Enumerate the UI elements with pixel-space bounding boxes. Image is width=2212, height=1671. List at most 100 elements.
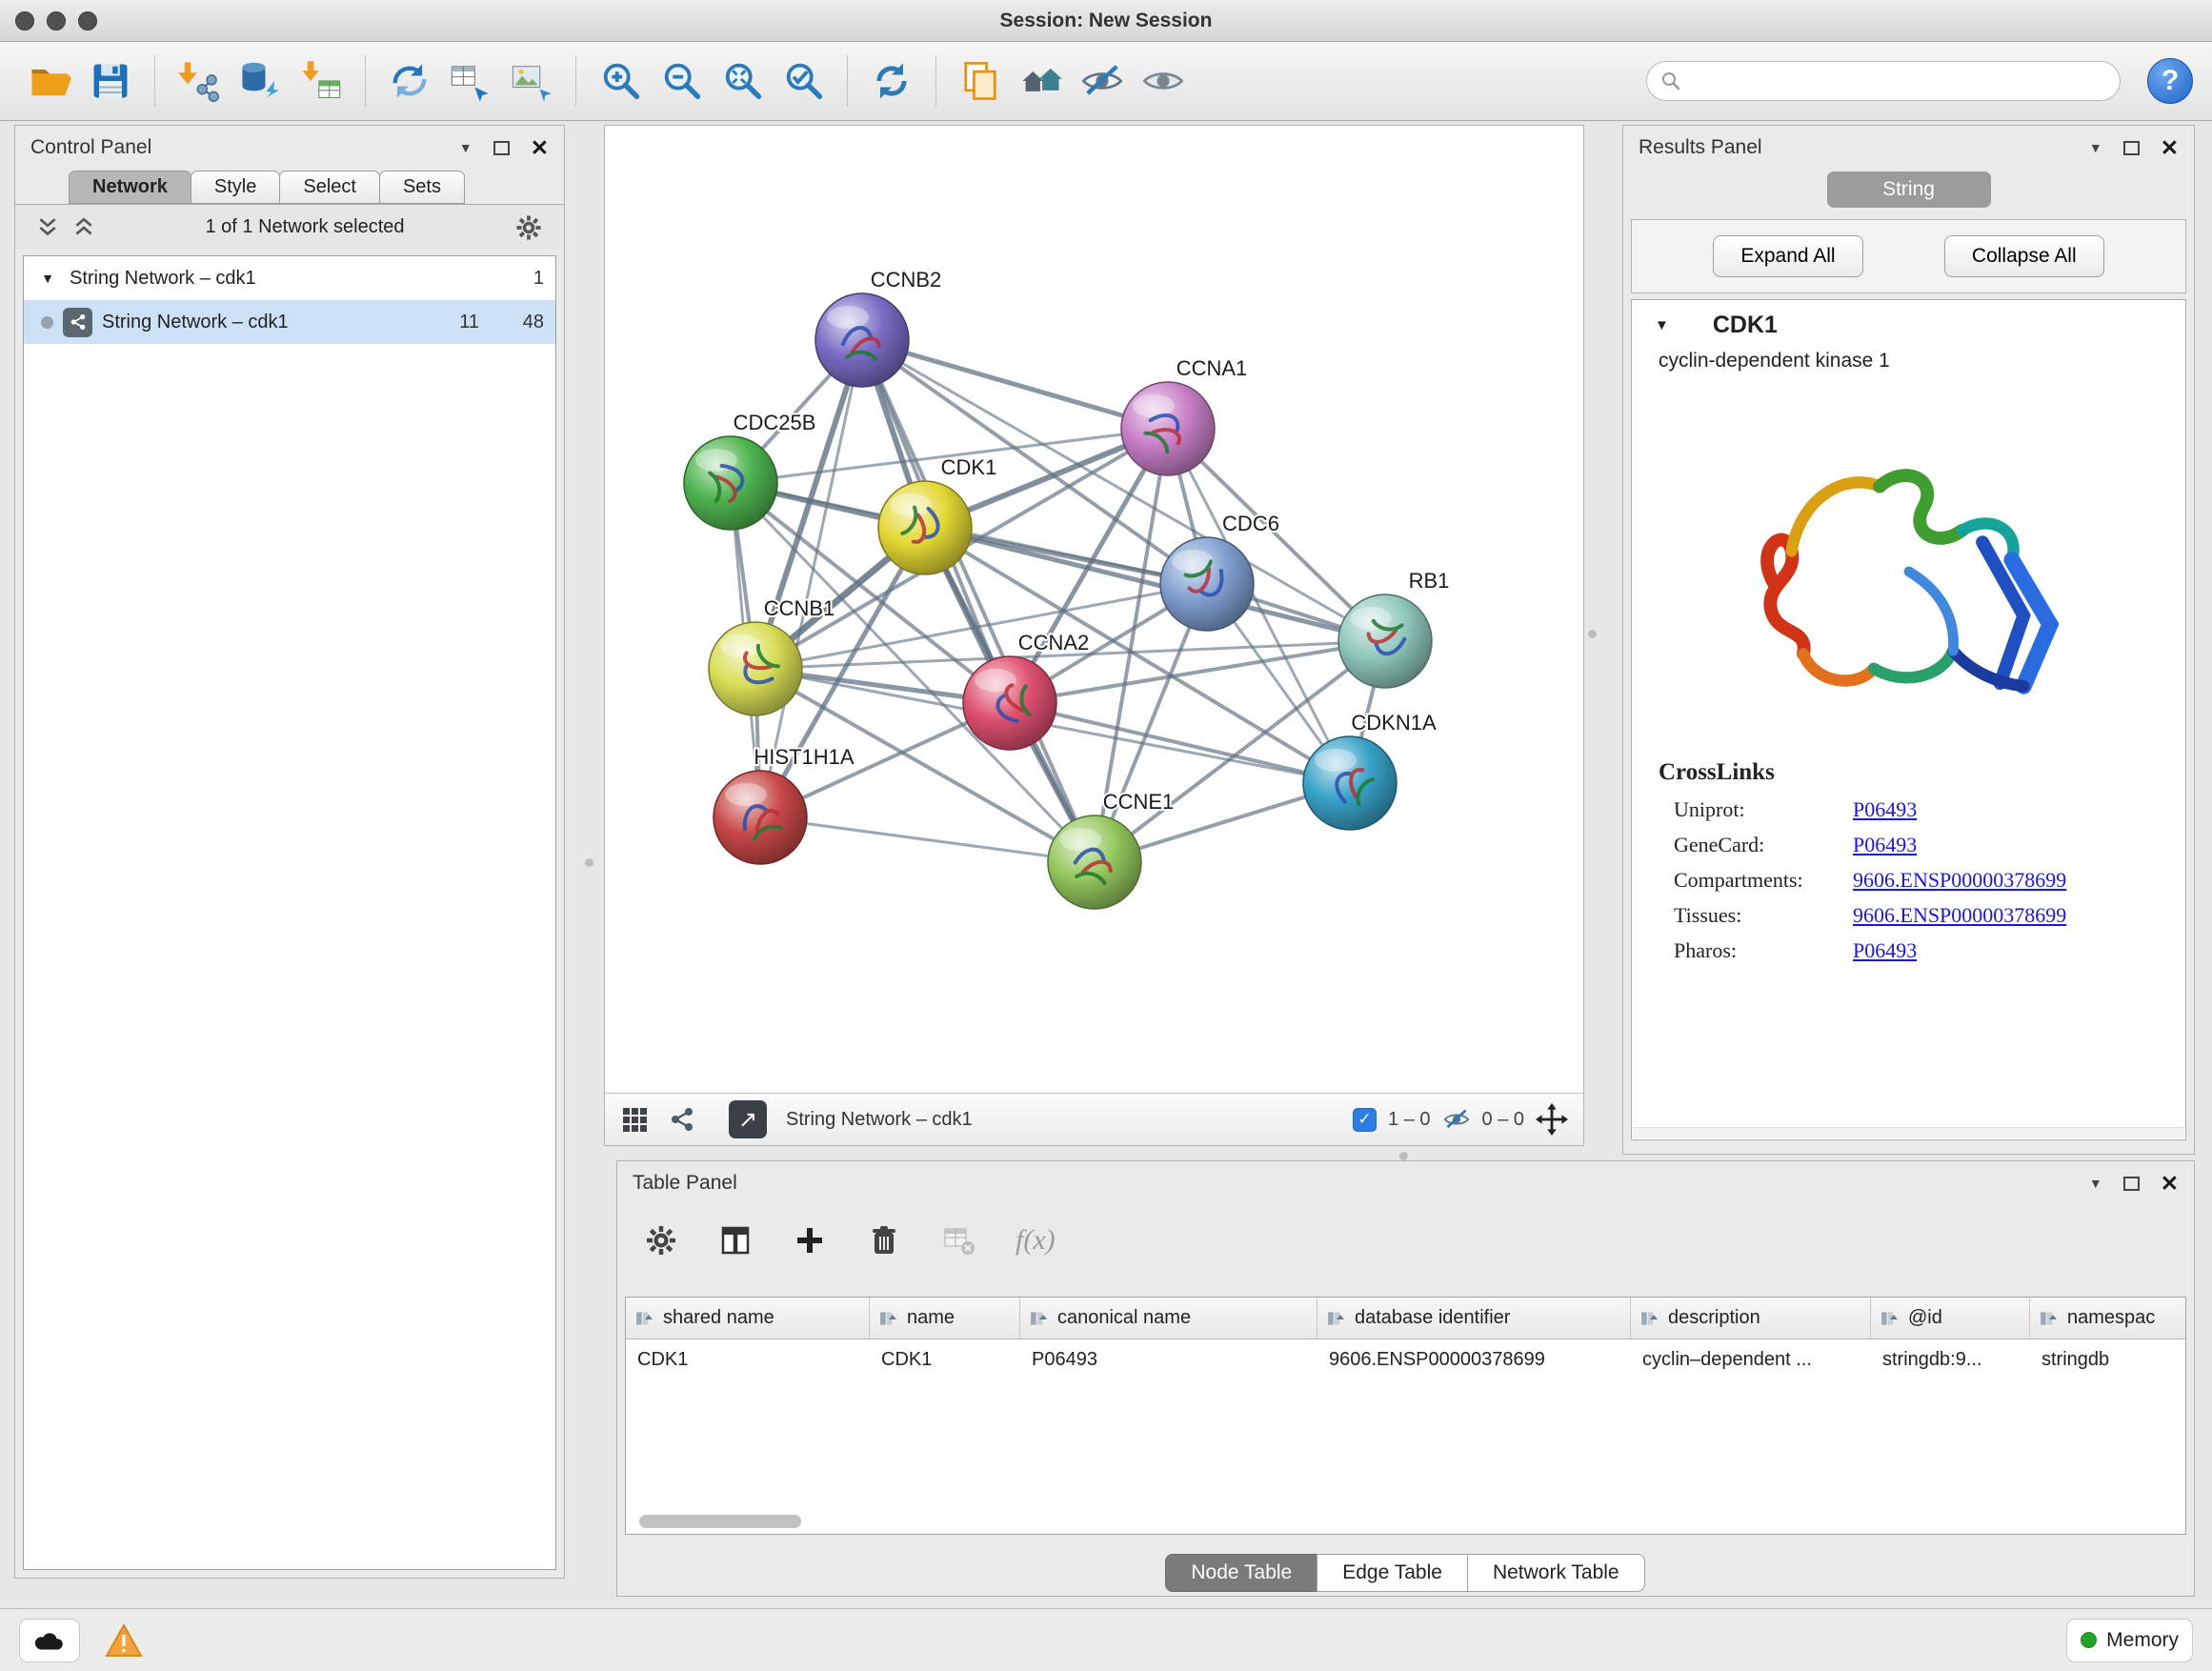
- panel-close-icon[interactable]: ✕: [531, 137, 549, 159]
- import-network-database-button[interactable]: [230, 50, 291, 111]
- columns-icon[interactable]: [718, 1223, 753, 1258]
- panel-float-icon[interactable]: [493, 141, 510, 155]
- show-all-button[interactable]: [1133, 50, 1194, 111]
- network-manager-button[interactable]: [379, 50, 440, 111]
- crosslink-value[interactable]: 9606.ENSP00000378699: [1853, 868, 2066, 893]
- table-cell[interactable]: stringdb: [2030, 1339, 2186, 1381]
- network-from-table-button[interactable]: [440, 50, 501, 111]
- copy-document-button[interactable]: [950, 50, 1011, 111]
- table-cell[interactable]: 9606.ENSP00000378699: [1317, 1339, 1631, 1381]
- import-network-file-button[interactable]: [169, 50, 230, 111]
- network-overview-button[interactable]: [1011, 50, 1072, 111]
- splitter-handle[interactable]: [1399, 1152, 1408, 1160]
- collapse-all-icon[interactable]: [36, 216, 59, 239]
- table-row[interactable]: CDK1CDK1P064939606.ENSP00000378699cyclin…: [626, 1339, 2185, 1381]
- tab-edge-table[interactable]: Edge Table: [1317, 1554, 1468, 1592]
- minimize-window-button[interactable]: [47, 11, 66, 30]
- tab-node-table[interactable]: Node Table: [1165, 1554, 1317, 1592]
- column-header-6[interactable]: namespac: [2030, 1298, 2186, 1339]
- help-button[interactable]: ?: [2147, 58, 2193, 104]
- export-image-button[interactable]: [501, 50, 562, 111]
- tab-select[interactable]: Select: [279, 171, 380, 204]
- column-header-5[interactable]: @id: [1871, 1298, 2030, 1339]
- table-cell[interactable]: stringdb:9...: [1871, 1339, 2030, 1381]
- hide-selected-button[interactable]: [1072, 50, 1133, 111]
- network-canvas[interactable]: CCNB2CCNA1CDC25BCDK1CDC6RB1CCNB1CCNA2CDK…: [605, 126, 1583, 1093]
- network-graph[interactable]: CCNB2CCNA1CDC25BCDK1CDC6RB1CCNB1CCNA2CDK…: [605, 126, 1583, 1093]
- detach-view-button[interactable]: ↗: [729, 1100, 767, 1138]
- panel-float-icon[interactable]: [2123, 141, 2140, 155]
- column-header-0[interactable]: shared name: [626, 1298, 870, 1339]
- function-builder-icon[interactable]: f(x): [1016, 1224, 1056, 1257]
- tree-caret-icon[interactable]: ▼: [35, 271, 60, 286]
- network-collection-row[interactable]: ▼ String Network – cdk1 1: [24, 256, 555, 300]
- network-row[interactable]: String Network – cdk1 11 48: [24, 300, 555, 344]
- network-node-CCNE1[interactable]: [1048, 815, 1141, 909]
- table-gear-icon[interactable]: [644, 1223, 678, 1258]
- panel-collapse-icon[interactable]: ▼: [459, 140, 473, 155]
- network-node-CDKN1A[interactable]: [1303, 736, 1397, 830]
- results-scrollbar[interactable]: [1633, 1127, 2184, 1138]
- tab-network[interactable]: Network: [69, 171, 191, 204]
- network-node-CDC25B[interactable]: [684, 436, 777, 530]
- table-cell[interactable]: CDK1: [626, 1339, 870, 1381]
- tab-network-table[interactable]: Network Table: [1467, 1554, 1645, 1592]
- panel-close-icon[interactable]: ✕: [2161, 1173, 2179, 1195]
- expand-all-icon[interactable]: [72, 216, 95, 239]
- panel-float-icon[interactable]: [2123, 1177, 2140, 1191]
- selected-checkbox-icon[interactable]: ✓: [1353, 1108, 1377, 1132]
- open-session-button[interactable]: [19, 50, 80, 111]
- column-header-1[interactable]: name: [870, 1298, 1020, 1339]
- crosslink-value[interactable]: P06493: [1853, 797, 1917, 822]
- network-node-CCNB2[interactable]: [815, 293, 909, 387]
- network-node-CCNB1[interactable]: [709, 622, 802, 715]
- collapse-all-button[interactable]: Collapse All: [1944, 235, 2104, 277]
- warning-icon[interactable]: [105, 1623, 143, 1658]
- column-header-4[interactable]: description: [1631, 1298, 1871, 1339]
- table-horizontal-scrollbar[interactable]: [639, 1515, 801, 1528]
- save-session-button[interactable]: [80, 50, 141, 111]
- search-box[interactable]: [1646, 61, 2121, 101]
- cloud-button[interactable]: [19, 1619, 80, 1662]
- zoom-fit-button[interactable]: [712, 50, 773, 111]
- column-header-2[interactable]: canonical name: [1020, 1298, 1317, 1339]
- network-node-CDK1[interactable]: [878, 481, 972, 574]
- zoom-in-button[interactable]: [590, 50, 651, 111]
- network-node-RB1[interactable]: [1338, 594, 1432, 688]
- network-node-CDC6[interactable]: [1160, 537, 1254, 631]
- grid-view-icon[interactable]: [620, 1105, 649, 1134]
- table-cell[interactable]: CDK1: [870, 1339, 1020, 1381]
- crosslink-value[interactable]: P06493: [1853, 938, 1917, 963]
- string-tab-badge[interactable]: String: [1827, 171, 1991, 208]
- tab-style[interactable]: Style: [191, 171, 280, 204]
- splitter-handle[interactable]: [585, 858, 593, 867]
- panel-collapse-icon[interactable]: ▼: [2089, 1176, 2102, 1191]
- add-column-icon[interactable]: [793, 1223, 827, 1258]
- panel-close-icon[interactable]: ✕: [2161, 137, 2179, 159]
- table-cell[interactable]: P06493: [1020, 1339, 1317, 1381]
- column-header-3[interactable]: database identifier: [1317, 1298, 1631, 1339]
- entry-collapse-caret[interactable]: ▼: [1655, 317, 1669, 333]
- memory-button[interactable]: Memory: [2066, 1619, 2193, 1662]
- search-input[interactable]: [1689, 70, 2106, 92]
- panel-collapse-icon[interactable]: ▼: [2089, 140, 2102, 155]
- delete-column-icon[interactable]: [867, 1223, 901, 1258]
- crosslink-value[interactable]: P06493: [1853, 833, 1917, 857]
- table-cell[interactable]: cyclin–dependent ...: [1631, 1339, 1871, 1381]
- close-window-button[interactable]: [15, 11, 34, 30]
- zoom-selected-button[interactable]: [773, 50, 834, 111]
- expand-all-button[interactable]: Expand All: [1713, 235, 1862, 277]
- gear-icon[interactable]: [514, 213, 543, 242]
- network-node-CCNA1[interactable]: [1121, 382, 1215, 475]
- zoom-out-button[interactable]: [651, 50, 712, 111]
- crosslink-value[interactable]: 9606.ENSP00000378699: [1853, 903, 2066, 928]
- network-node-HIST1H1A[interactable]: [714, 771, 807, 864]
- network-node-CCNA2[interactable]: [963, 656, 1056, 750]
- refresh-view-button[interactable]: [861, 50, 922, 111]
- splitter-handle[interactable]: [1588, 630, 1597, 638]
- maximize-window-button[interactable]: [78, 11, 97, 30]
- import-table-file-button[interactable]: [291, 50, 352, 111]
- share-view-icon[interactable]: [668, 1105, 696, 1134]
- tab-sets[interactable]: Sets: [379, 171, 465, 204]
- pan-move-icon[interactable]: [1536, 1103, 1568, 1136]
